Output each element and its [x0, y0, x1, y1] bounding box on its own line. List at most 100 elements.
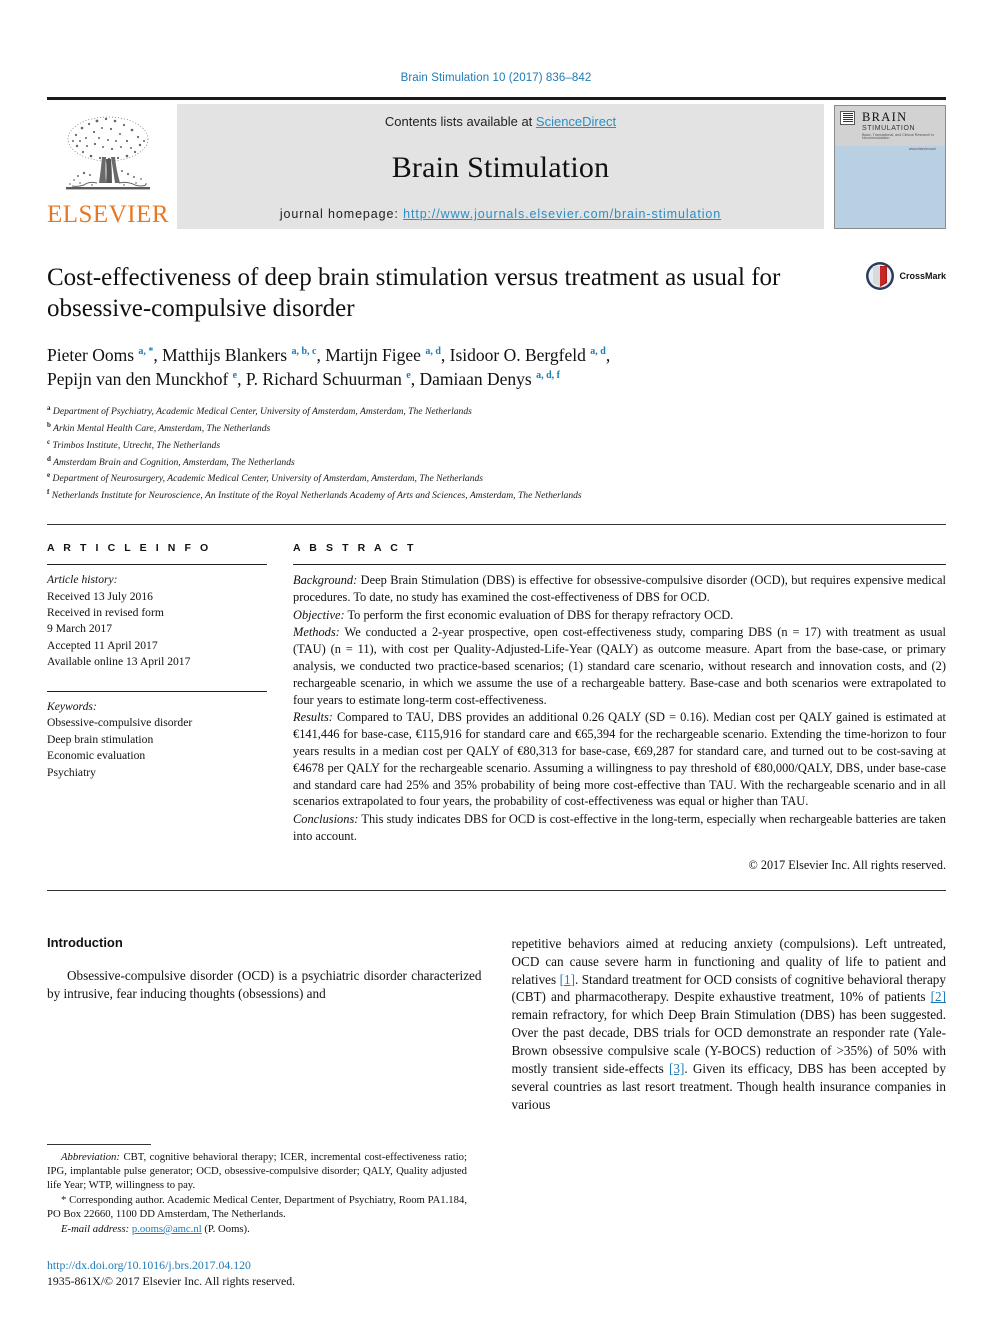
- cover-emblem-icon: [840, 110, 855, 125]
- citation-ref-2[interactable]: [2]: [931, 989, 946, 1004]
- abstract-conclusions-text: This study indicates DBS for OCD is cost…: [293, 812, 946, 844]
- affiliation-text: Department of Neurosurgery, Academic Med…: [52, 473, 484, 485]
- corresponding-author-text: Corresponding author. Academic Medical C…: [47, 1193, 467, 1221]
- article-history-item: Received in revised form: [47, 605, 164, 619]
- title-zone: Cost-effectiveness of deep brain stimula…: [47, 229, 946, 504]
- crossmark-icon: [866, 262, 895, 290]
- elsevier-logo: ELSEVIER: [47, 104, 169, 229]
- cover-header: BRAIN STIMULATION Basic, Translational, …: [835, 105, 945, 151]
- author-affiliation-marker[interactable]: a, d: [590, 346, 606, 357]
- article-history-item: Available online 13 April 2017: [47, 655, 191, 669]
- keyword-item: Deep brain stimulation: [47, 732, 154, 746]
- intro-text-segment: . Standard treatment for OCD consists of…: [511, 971, 947, 1005]
- crossmark-badge[interactable]: CrossMark: [865, 261, 946, 291]
- affiliation-item: d Amsterdam Brain and Cognition, Amsterd…: [47, 454, 946, 471]
- author-name: , Martijn Figee: [316, 344, 426, 365]
- affiliation-text: Netherlands Institute for Neuroscience, …: [51, 490, 582, 502]
- author-name: Pieter Ooms: [47, 344, 139, 365]
- abstract-background-label: Background:: [293, 573, 358, 588]
- footnote-email: E-mail address: p.ooms@amc.nl (P. Ooms).: [47, 1222, 467, 1236]
- page-title: Cost-effectiveness of deep brain stimula…: [47, 264, 781, 322]
- author-affiliation-marker[interactable]: a, *: [138, 346, 153, 357]
- abstract-methods: Methods: We conducted a 2-year prospecti…: [293, 624, 946, 708]
- email-suffix: (P. Ooms).: [201, 1222, 250, 1235]
- journal-band: Contents lists available at ScienceDirec…: [177, 104, 824, 229]
- doi-link[interactable]: http://dx.doi.org/10.1016/j.brs.2017.04.…: [47, 1258, 467, 1273]
- abstract-heading: A B S T R A C T: [293, 542, 417, 555]
- issn-copyright-line: 1935-861X/© 2017 Elsevier Inc. All right…: [47, 1274, 296, 1288]
- author-affiliation-marker[interactable]: a, d, f: [536, 371, 560, 382]
- abstract-column: A B S T R A C T Background: Deep Brain S…: [293, 542, 946, 873]
- affiliation-item: e Department of Neurosurgery, Academic M…: [47, 470, 946, 487]
- body-column-right: repetitive behaviors aimed at reducing a…: [512, 935, 947, 1114]
- abstract-conclusions-label: Conclusions:: [293, 812, 359, 827]
- journal-homepage-line: journal homepage: http://www.journals.el…: [280, 207, 721, 221]
- elsevier-tree-icon: [66, 116, 150, 190]
- introduction-paragraph-right: repetitive behaviors aimed at reducing a…: [512, 935, 947, 1114]
- body-column-left: Introduction Obsessive-compulsive disord…: [47, 935, 482, 1114]
- affiliation-text: Trimbos Institute, Utrecht, The Netherla…: [52, 440, 221, 451]
- author-list: Pieter Ooms a, *, Matthijs Blankers a, b…: [47, 343, 946, 393]
- article-history-item: 9 March 2017: [47, 622, 113, 636]
- citation-ref-1[interactable]: [1]: [560, 972, 575, 987]
- author-affiliation-marker[interactable]: a, b, c: [291, 346, 316, 357]
- abstract-copyright: © 2017 Elsevier Inc. All rights reserved…: [748, 857, 946, 872]
- affiliation-item: a Department of Psychiatry, Academic Med…: [47, 403, 946, 420]
- email-link[interactable]: p.ooms@amc.nl: [132, 1223, 202, 1235]
- info-abstract-region: A R T I C L E I N F O Article history: R…: [47, 525, 946, 873]
- author-name: , Isidoor O. Bergfeld: [440, 344, 591, 365]
- abstract-background: Background: Deep Brain Stimulation (DBS)…: [293, 572, 946, 606]
- cover-title-line2: STIMULATION: [862, 124, 916, 132]
- article-history-block: Article history: Received 13 July 2016 R…: [47, 572, 267, 671]
- journal-article-page: Brain Stimulation 10 (2017) 836–842 ELSE…: [0, 0, 992, 1323]
- cover-title-line1: BRAIN: [862, 109, 908, 124]
- running-head: Brain Stimulation 10 (2017) 836–842: [400, 72, 592, 84]
- abstract-rule: [293, 564, 946, 566]
- contents-available-line: Contents lists available at ScienceDirec…: [385, 114, 616, 129]
- footnote-abbreviations: Abbreviation: CBT, cognitive behavioral …: [47, 1150, 467, 1193]
- affiliation-item: b Arkin Mental Health Care, Amsterdam, T…: [47, 420, 946, 437]
- author-name: , P. Richard Schuurman: [237, 369, 407, 390]
- keyword-item: Psychiatry: [47, 765, 96, 779]
- footnote-corresponding-author: * Corresponding author. Academic Medical…: [47, 1193, 467, 1222]
- affiliation-marker: b: [47, 421, 51, 429]
- email-label: E-mail address:: [61, 1222, 130, 1235]
- author-affiliation-marker[interactable]: a, d: [425, 346, 441, 357]
- citation-ref-3[interactable]: [3]: [669, 1061, 684, 1076]
- crossmark-label: CrossMark: [899, 271, 946, 281]
- affiliation-text: Amsterdam Brain and Cognition, Amsterdam…: [53, 456, 295, 468]
- affiliation-text: Department of Psychiatry, Academic Medic…: [52, 406, 472, 418]
- affiliation-text: Arkin Mental Health Care, Amsterdam, The…: [53, 423, 271, 435]
- elsevier-wordmark: ELSEVIER: [46, 201, 170, 228]
- affiliation-list: a Department of Psychiatry, Academic Med…: [47, 403, 946, 504]
- abstract-background-text: Deep Brain Stimulation (DBS) is effectiv…: [293, 573, 946, 604]
- author-name: Pepijn van den Munckhof: [47, 369, 233, 390]
- author-name: , Matthijs Blankers: [153, 344, 292, 365]
- info-section-bottom-rule: [47, 889, 946, 891]
- article-info-column: A R T I C L E I N F O Article history: R…: [47, 542, 293, 873]
- abstract-methods-text: We conducted a 2-year prospective, open …: [293, 625, 946, 707]
- cover-title-line4: www.elsevier.com: [909, 146, 936, 151]
- affiliation-marker: c: [47, 437, 51, 446]
- abbreviation-label: Abbreviation:: [61, 1150, 120, 1163]
- sciencedirect-link[interactable]: ScienceDirect: [536, 114, 616, 129]
- doi-block: http://dx.doi.org/10.1016/j.brs.2017.04.…: [47, 1258, 467, 1289]
- affiliation-marker: a: [47, 404, 51, 413]
- journal-title: Brain Stimulation: [391, 151, 610, 184]
- journal-homepage-link[interactable]: http://www.journals.elsevier.com/brain-s…: [403, 207, 721, 221]
- keyword-item: Economic evaluation: [47, 749, 146, 763]
- abstract-methods-label: Methods:: [293, 625, 340, 640]
- cover-body: [835, 145, 945, 228]
- author-line-2: Pepijn van den Munckhof e, P. Richard Sc…: [47, 367, 946, 392]
- affiliation-item: c Trimbos Institute, Utrecht, The Nether…: [47, 437, 946, 454]
- affiliation-marker: f: [47, 488, 50, 497]
- article-info-heading: A R T I C L E I N F O: [47, 542, 212, 555]
- footnote-rule: [47, 1143, 151, 1145]
- introduction-paragraph-left: Obsessive-compulsive disorder (OCD) is a…: [47, 967, 482, 1001]
- body-columns: Introduction Obsessive-compulsive disord…: [47, 935, 946, 1114]
- author-line-comma: ,: [605, 344, 611, 365]
- keywords-rule: [47, 690, 267, 692]
- abstract-results: Results: Compared to TAU, DBS provides a…: [293, 709, 946, 810]
- keyword-item: Obsessive-compulsive disorder: [47, 716, 193, 730]
- abstract-objective: Objective: To perform the first economic…: [293, 607, 946, 624]
